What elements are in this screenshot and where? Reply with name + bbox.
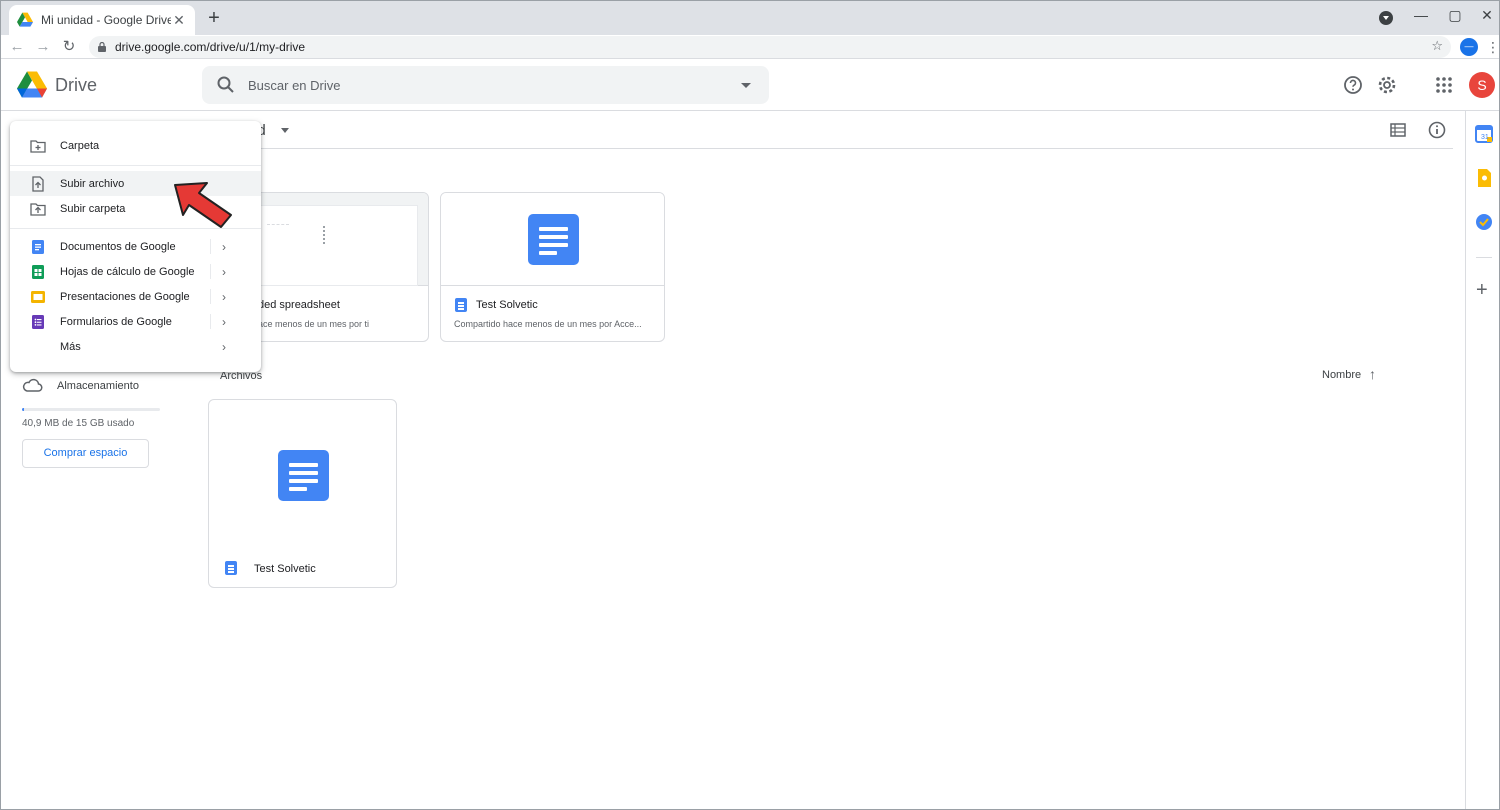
chevron-right-icon[interactable]: ›	[222, 265, 226, 279]
file-card[interactable]: Test Solvetic	[208, 399, 397, 588]
info-icon[interactable]	[1427, 120, 1447, 140]
menu-item-label: Subir carpeta	[60, 202, 126, 215]
card-title: ded spreadsheet	[258, 299, 340, 311]
card-subtitle: ace menos de un mes por ti	[258, 319, 370, 329]
close-window-button[interactable]: ✕	[1477, 7, 1497, 24]
keep-icon[interactable]	[1473, 167, 1495, 189]
menu-divider	[10, 165, 261, 166]
location-bar: ad	[201, 111, 1453, 149]
drive-favicon-icon	[17, 12, 33, 27]
chevron-right-icon[interactable]: ›	[222, 315, 226, 329]
menu-item-label: Hojas de cálculo de Google	[60, 265, 195, 278]
submenu-divider	[210, 239, 211, 254]
list-view-icon[interactable]	[1389, 121, 1407, 139]
storage-label[interactable]: Almacenamiento	[57, 380, 139, 392]
avatar[interactable]: S	[1469, 72, 1495, 98]
chevron-right-icon[interactable]: ›	[222, 240, 226, 254]
address-bar[interactable]: drive.google.com/drive/u/1/my-drive ☆	[89, 36, 1451, 58]
folder-upload-icon	[30, 202, 46, 216]
menu-item-google-slides[interactable]: Presentaciones de Google ›	[10, 284, 261, 309]
menu-item-label: Presentaciones de Google	[60, 290, 190, 303]
bookmark-star-icon[interactable]: ☆	[1431, 38, 1443, 54]
submenu-divider	[210, 289, 211, 304]
google-docs-icon	[32, 239, 44, 254]
buy-storage-button[interactable]: Comprar espacio	[22, 439, 149, 468]
menu-item-more[interactable]: Más ›	[10, 334, 261, 359]
google-docs-large-icon	[278, 450, 329, 501]
storage-usage-text: 40,9 MB de 15 GB usado	[22, 418, 135, 429]
rail-divider	[1476, 257, 1492, 258]
tab-search-icon[interactable]	[1379, 11, 1393, 25]
url-text: drive.google.com/drive/u/1/my-drive	[115, 40, 306, 54]
google-docs-icon	[225, 561, 237, 575]
sort-direction-icon[interactable]: ↑	[1369, 366, 1376, 382]
menu-item-label: Más	[60, 340, 81, 353]
new-item-menu: Carpeta Subir archivo Subir carpeta Docu…	[10, 121, 261, 372]
submenu-divider	[210, 264, 211, 279]
submenu-divider	[210, 314, 211, 329]
google-forms-icon	[32, 314, 44, 329]
reload-button[interactable]: ↻	[59, 37, 79, 57]
help-icon[interactable]	[1342, 74, 1364, 96]
sort-by-name-button[interactable]: Nombre	[1322, 369, 1361, 381]
browser-tab[interactable]: Mi unidad - Google Drive ✕	[9, 5, 195, 35]
search-options-icon[interactable]	[741, 82, 751, 88]
storage-usage-fill	[22, 408, 25, 411]
storage-usage-bar	[22, 408, 160, 411]
file-upload-icon	[32, 175, 44, 192]
search-icon[interactable]	[216, 75, 236, 95]
tab-title: Mi unidad - Google Drive	[41, 13, 171, 27]
google-docs-icon	[455, 298, 467, 312]
menu-item-label: Documentos de Google	[60, 240, 176, 253]
cloud-icon	[22, 378, 43, 392]
add-addon-icon[interactable]: +	[1476, 279, 1488, 302]
tab-close-icon[interactable]: ✕	[171, 12, 187, 29]
menu-item-google-sheets[interactable]: Hojas de cálculo de Google ›	[10, 259, 261, 284]
menu-item-label: Formularios de Google	[60, 315, 172, 328]
chevron-right-icon[interactable]: ›	[222, 290, 226, 304]
app-name: Drive	[55, 74, 98, 95]
google-slides-icon	[31, 290, 45, 303]
browser-menu-icon[interactable]: ⋮	[1486, 39, 1499, 56]
forward-button[interactable]: →	[33, 37, 53, 57]
menu-item-google-docs[interactable]: Documentos de Google ›	[10, 234, 261, 259]
menu-item-google-forms[interactable]: Formularios de Google ›	[10, 309, 261, 334]
back-button[interactable]: ←	[7, 37, 27, 57]
menu-item-label: Carpeta	[60, 139, 100, 152]
profile-icon[interactable]: —	[1460, 38, 1478, 56]
svg-text:31: 31	[1481, 134, 1489, 141]
search-bar[interactable]: Buscar en Drive	[202, 66, 769, 104]
google-docs-large-icon	[528, 214, 579, 265]
browser-toolbar: ← → ↻ drive.google.com/drive/u/1/my-driv…	[1, 35, 1499, 59]
side-panel-rail: 31 +	[1465, 111, 1499, 809]
settings-icon[interactable]	[1376, 74, 1398, 96]
drive-logo-icon	[17, 71, 47, 98]
pointer-arrow-icon	[174, 182, 232, 228]
browser-window: Mi unidad - Google Drive ✕ + — ▢ ✕ ← → ↻…	[0, 0, 1500, 810]
google-sheets-icon	[32, 264, 44, 279]
chevron-right-icon[interactable]: ›	[222, 340, 226, 354]
new-folder-icon	[30, 139, 46, 153]
drive-logo[interactable]: Drive	[17, 71, 97, 99]
lock-icon	[98, 42, 106, 52]
card-title: Test Solvetic	[476, 299, 538, 311]
maximize-button[interactable]: ▢	[1445, 7, 1465, 24]
breadcrumb-caret-icon[interactable]	[281, 128, 289, 133]
calendar-icon[interactable]: 31	[1473, 123, 1495, 145]
spreadsheet-preview	[246, 205, 418, 286]
apps-grid-icon[interactable]	[1433, 74, 1455, 96]
card-subtitle: Compartido hace menos de un mes por Acce…	[454, 319, 642, 329]
new-tab-button[interactable]: +	[203, 8, 225, 30]
file-title: Test Solvetic	[254, 563, 316, 575]
drive-header: Drive Buscar en Drive S	[1, 60, 1499, 111]
tab-strip: Mi unidad - Google Drive ✕ + — ▢ ✕	[1, 1, 1499, 35]
tasks-icon[interactable]	[1473, 211, 1495, 233]
menu-item-folder[interactable]: Carpeta	[10, 133, 261, 158]
minimize-button[interactable]: —	[1411, 7, 1431, 23]
card-thumbnail	[441, 193, 664, 286]
search-input[interactable]: Buscar en Drive	[248, 78, 741, 93]
menu-item-label: Subir archivo	[60, 177, 125, 190]
quick-access-card[interactable]: Test Solvetic Compartido hace menos de u…	[440, 192, 665, 342]
